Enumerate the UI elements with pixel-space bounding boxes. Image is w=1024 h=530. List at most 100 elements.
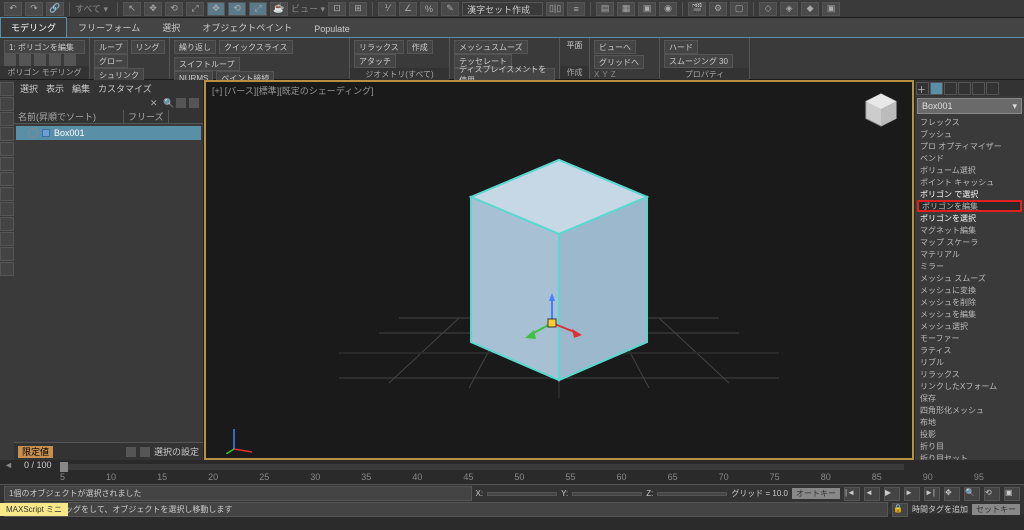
redo-icon[interactable]: ↷ [25,2,43,16]
vertex-icon[interactable] [4,54,16,66]
scene-tab-custom[interactable]: カスタマイズ [98,82,152,95]
coord-x-field[interactable] [487,492,557,496]
left-tool-8[interactable] [0,187,14,201]
lock-icon[interactable]: 🔒 [892,503,908,517]
move-tool-icon[interactable]: ✥ [207,2,225,16]
align-z[interactable]: Z [611,70,616,79]
left-tool-5[interactable] [0,142,14,156]
plane-button[interactable]: 平面 [564,40,585,51]
tree-item-box001[interactable]: Box001 [16,126,201,140]
select-icon[interactable]: ↖ [123,2,141,16]
undo-icon[interactable]: ↶ [4,2,22,16]
modifier-item[interactable]: メッシュ スムーズ [917,272,1022,284]
modifier-item[interactable]: メッシュを編集 [917,308,1022,320]
render-icon[interactable]: 🎬 [688,2,706,16]
modifier-item[interactable]: 四角形化メッシュ [917,404,1022,416]
timeline[interactable]: 5101520253035404550556065707580859095 [0,472,1024,484]
modifier-item[interactable]: マグネット編集 [917,224,1022,236]
coord-z-field[interactable] [657,492,727,496]
layer-icon[interactable]: ▤ [596,2,614,16]
pct-icon[interactable]: % [420,2,438,16]
angle-icon[interactable]: ∠ [399,2,417,16]
mirror-icon[interactable]: ▯|▯ [546,2,564,16]
scale-tool-icon[interactable]: ⤢ [249,2,267,16]
snap-icon-3[interactable]: ◆ [801,2,819,16]
modifier-item[interactable]: ポリゴンを選択 [917,212,1022,224]
scene-tab-edit[interactable]: 編集 [72,82,90,95]
border-icon[interactable] [34,54,46,66]
smoothing30-button[interactable]: スムージング 30 [664,54,733,68]
tool-icon-b[interactable]: ⊞ [349,2,367,16]
rotate-tool-icon[interactable]: ⟲ [228,2,246,16]
scene-search-icon[interactable]: 🔍 [163,98,173,108]
chevron-down-icon[interactable]: ▾ [1012,101,1017,112]
left-tool-3[interactable] [0,112,14,126]
modifier-item[interactable]: マップ スケーラ [917,236,1022,248]
scene-filter-icon[interactable] [189,98,199,108]
edge-icon[interactable] [19,54,31,66]
explorer-icon[interactable]: ▦ [617,2,635,16]
scene-cfg-icon-2[interactable] [140,447,150,457]
align-icon[interactable]: ≡ [567,2,585,16]
time-slider-handle[interactable] [60,462,68,472]
named-set-dropdown[interactable]: 漢字セット作成 [462,2,543,16]
modifier-item[interactable]: ポリゴンを編集 [917,200,1022,212]
modifier-item[interactable]: リラックス [917,368,1022,380]
nav-icon-pan[interactable]: ✥ [944,487,960,501]
viewport[interactable]: [+] [バース][標準][既定のシェーディング] [204,80,914,460]
left-tool-6[interactable] [0,157,14,171]
modifier-item[interactable]: ブッシュ [917,128,1022,140]
prev-frame-icon[interactable]: ◄ [864,487,880,501]
modifier-item[interactable]: メッシュを削除 [917,296,1022,308]
modifier-item[interactable]: ポイント キャッシュ [917,176,1022,188]
cmd-tab-modify[interactable] [930,82,943,95]
modifier-item[interactable]: ミラー [917,260,1022,272]
attach-button[interactable]: アタッチ [354,54,396,68]
scene-tab-display[interactable]: 表示 [46,82,64,95]
tab-populate[interactable]: Populate [303,20,361,37]
scene-cfg-icon-1[interactable] [126,447,136,457]
modifier-list[interactable]: フレックスブッシュプロ オプティマイザーベンドボリューム選択ポイント キャッシュ… [915,116,1024,460]
left-tool-13[interactable] [0,262,14,276]
modifier-item[interactable]: 折り目セット [917,452,1022,460]
cmd-tab-motion[interactable] [958,82,971,95]
view-dropdown-label[interactable]: ビュー ▾ [291,2,325,15]
move-icon[interactable]: ✥ [144,2,162,16]
tab-select[interactable]: 選択 [151,17,191,37]
play-icon[interactable]: ▶ [884,487,900,501]
meshsmooth-button[interactable]: メッシュスムーズ [454,40,528,54]
left-tool-9[interactable] [0,202,14,216]
left-tool-4[interactable] [0,127,14,141]
align-y[interactable]: Y [602,70,607,79]
modifier-item[interactable]: マテリアル [917,248,1022,260]
go-end-icon[interactable]: ►| [924,487,940,501]
element-icon[interactable] [64,54,76,66]
playback-prev-icon[interactable]: ◄ [4,460,13,470]
cmd-tab-hierarchy[interactable] [944,82,957,95]
polygon-icon[interactable] [49,54,61,66]
create-button[interactable]: 作成 [407,40,433,54]
link-icon[interactable]: 🔗 [46,2,64,16]
material-icon[interactable]: ◉ [659,2,677,16]
render-setup-icon[interactable]: ⚙ [709,2,727,16]
to-grid-button[interactable]: グリッドへ [594,55,644,69]
header-freeze[interactable]: フリーズ [124,110,169,123]
tab-freeform[interactable]: フリーフォーム [67,17,151,37]
pen-icon[interactable]: ✎ [441,2,459,16]
coord-y-field[interactable] [572,492,642,496]
time-tag[interactable]: 時間タグを追加 [912,504,968,515]
modifier-item[interactable]: リブル [917,356,1022,368]
left-tool-12[interactable] [0,247,14,261]
frame-icon[interactable]: ▢ [730,2,748,16]
relax-button[interactable]: リラックス [354,40,404,54]
left-tool-11[interactable] [0,232,14,246]
modifier-item[interactable]: フレックス [917,116,1022,128]
left-tool-10[interactable] [0,217,14,231]
quickslice-button[interactable]: クイックスライス [219,40,293,54]
align-x[interactable]: X [594,70,599,79]
loop-button[interactable]: ループ [94,40,128,54]
eye-icon[interactable] [28,128,38,138]
modifier-item[interactable]: メッシュ選択 [917,320,1022,332]
header-name[interactable]: 名前(昇順でソート) [14,110,124,123]
cmd-tab-create[interactable]: ＋ [916,82,929,95]
